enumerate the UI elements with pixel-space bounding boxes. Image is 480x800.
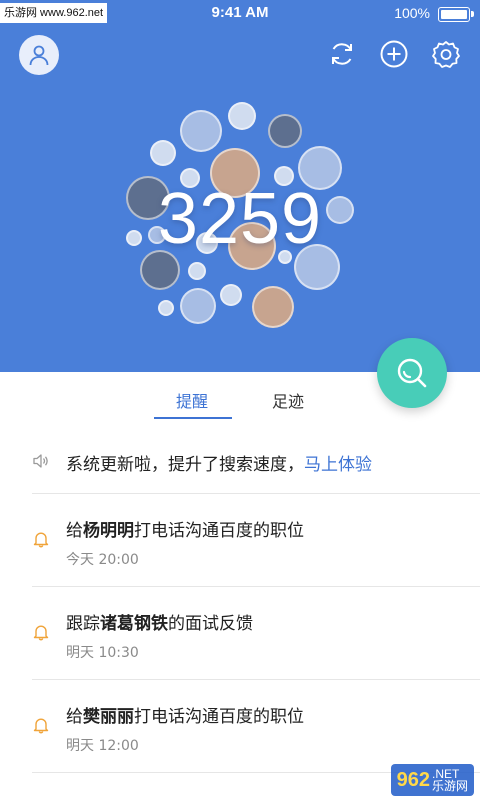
contact-name: 杨明明	[83, 521, 134, 541]
contact-avatar	[228, 102, 256, 130]
reminder-item[interactable]: 给杨明明打电话沟通百度的职位 今天 20:00	[32, 494, 480, 587]
site-watermark: 962 .NET 乐游网	[390, 764, 474, 796]
contact-count: 3259	[157, 179, 323, 259]
contact-avatar	[180, 288, 216, 324]
reminder-suffix: 的面试反馈	[168, 614, 253, 634]
notice-text: 系统更新啦，提升了搜索速度，马上体验	[66, 450, 372, 475]
search-icon	[397, 358, 427, 388]
settings-button[interactable]	[430, 38, 462, 70]
reminder-list: 系统更新啦，提升了搜索速度，马上体验 给杨明明打电话沟通百度的职位 今天 20:…	[0, 426, 480, 773]
contact-avatar	[268, 114, 302, 148]
contact-name: 樊丽丽	[83, 707, 134, 727]
refresh-button[interactable]	[326, 38, 358, 70]
add-circle-icon	[380, 40, 408, 68]
reminder-time: 明天 12:00	[66, 738, 139, 754]
refresh-icon	[332, 43, 352, 65]
contact-avatar	[188, 262, 206, 280]
bell-icon	[33, 718, 49, 734]
contact-avatar	[180, 110, 222, 152]
watermark-logo: 962	[396, 768, 430, 791]
contact-name: 诸葛钢铁	[100, 614, 168, 634]
bell-icon	[33, 625, 49, 641]
battery-percentage: 100%	[394, 5, 430, 21]
reminder-suffix: 打电话沟通百度的职位	[134, 521, 304, 541]
add-button[interactable]	[378, 38, 410, 70]
contact-avatar	[158, 300, 174, 316]
bell-icon	[33, 532, 49, 548]
reminder-item[interactable]: 给樊丽丽打电话沟通百度的职位 明天 12:00	[32, 680, 480, 773]
status-bar: 乐游网 www.962.net 9:41 AM 100%	[0, 0, 480, 28]
tab-reminders[interactable]: 提醒	[176, 388, 208, 412]
speaker-icon	[33, 454, 48, 468]
reminder-title: 跟踪诸葛钢铁的面试反馈	[66, 609, 253, 634]
profile-button[interactable]	[19, 35, 59, 75]
contact-avatar	[150, 140, 176, 166]
reminder-item[interactable]: 跟踪诸葛钢铁的面试反馈 明天 10:30	[32, 587, 480, 680]
tab-footprints[interactable]: 足迹	[272, 388, 304, 412]
system-notice-row[interactable]: 系统更新啦，提升了搜索速度，马上体验	[32, 426, 480, 494]
reminder-time: 今天 20:00	[66, 552, 139, 568]
try-now-link[interactable]: 马上体验	[304, 455, 372, 475]
user-icon	[29, 45, 49, 66]
gear-icon	[432, 41, 460, 68]
reminder-time: 明天 10:30	[66, 645, 139, 661]
contact-avatar	[252, 286, 294, 328]
tab-bar: 提醒 足迹	[0, 388, 480, 420]
notice-message: 系统更新啦，提升了搜索速度，	[66, 455, 304, 475]
battery-icon	[438, 7, 474, 22]
contact-avatar	[220, 284, 242, 306]
reminder-title: 给杨明明打电话沟通百度的职位	[66, 516, 304, 541]
reminder-prefix: 给	[66, 707, 83, 727]
reminder-suffix: 打电话沟通百度的职位	[134, 707, 304, 727]
reminder-prefix: 跟踪	[66, 614, 100, 634]
watermark-site: 乐游网	[431, 779, 468, 793]
active-tab-indicator	[154, 417, 232, 419]
reminder-title: 给樊丽丽打电话沟通百度的职位	[66, 702, 304, 727]
reminder-prefix: 给	[66, 521, 83, 541]
